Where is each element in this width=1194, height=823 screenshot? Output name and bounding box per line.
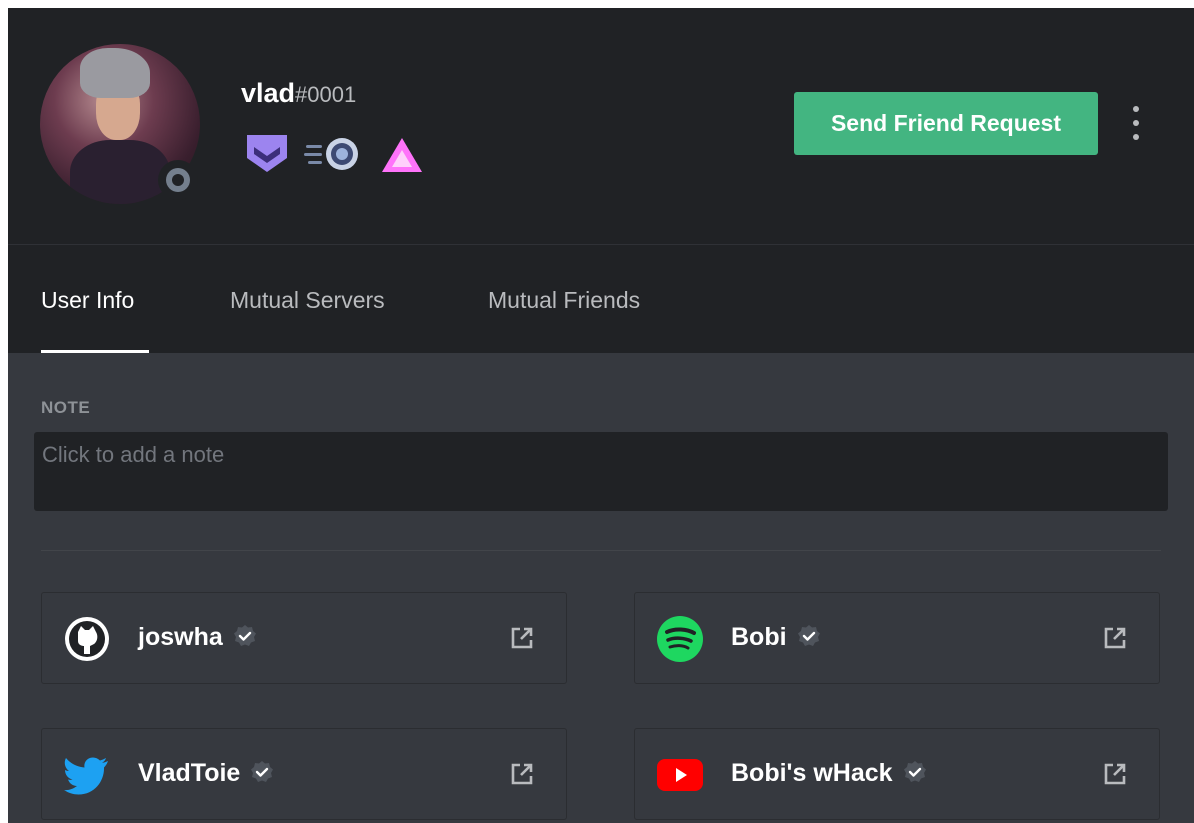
connection-name: Bobi [731, 623, 821, 652]
tab-mutual-servers[interactable]: Mutual Servers [230, 287, 385, 314]
twitter-icon [64, 757, 108, 795]
profile-tabs: User Info Mutual Servers Mutual Friends [8, 245, 1194, 353]
verified-check-icon [251, 761, 274, 782]
active-tab-indicator [41, 350, 149, 353]
connection-name: VladToie [138, 759, 274, 788]
connection-youtube: Bobi's wHack [634, 728, 1160, 820]
spotify-icon [657, 616, 703, 662]
tab-mutual-friends[interactable]: Mutual Friends [488, 287, 640, 314]
verified-check-icon [797, 625, 820, 646]
hypesquad-balance-icon[interactable] [244, 132, 290, 174]
username-name: vlad [241, 78, 296, 108]
external-link-icon[interactable] [1101, 760, 1129, 788]
tab-user-info[interactable]: User Info [41, 287, 134, 314]
note-input[interactable] [34, 432, 1168, 511]
connection-name: Bobi's wHack [731, 759, 927, 788]
verified-check-icon [903, 761, 926, 782]
more-options-icon[interactable] [1126, 106, 1146, 142]
nitro-boost-icon[interactable] [380, 136, 424, 174]
username[interactable]: vlad#0001 [241, 78, 356, 109]
status-offline-icon [166, 168, 190, 192]
connection-github: joswha [41, 592, 567, 684]
external-link-icon[interactable] [1101, 624, 1129, 652]
username-discriminator: #0001 [295, 82, 357, 107]
section-divider [41, 550, 1161, 551]
avatar-figure-hair [80, 48, 150, 98]
verified-check-icon [233, 625, 256, 646]
youtube-icon [657, 759, 703, 791]
early-supporter-icon[interactable] [304, 136, 364, 172]
connection-spotify: Bobi [634, 592, 1160, 684]
external-link-icon[interactable] [508, 760, 536, 788]
user-profile-modal: vlad#0001 Send Friend Request User Info … [8, 8, 1194, 823]
github-icon [65, 617, 109, 661]
note-label: NOTE [41, 398, 91, 417]
send-friend-request-button[interactable]: Send Friend Request [794, 92, 1098, 155]
connection-twitter: VladToie [41, 728, 567, 820]
external-link-icon[interactable] [508, 624, 536, 652]
connection-name: joswha [138, 623, 257, 652]
profile-header: vlad#0001 Send Friend Request [8, 8, 1194, 245]
status-offline-indicator [158, 160, 198, 200]
avatar-figure-body [70, 140, 170, 204]
